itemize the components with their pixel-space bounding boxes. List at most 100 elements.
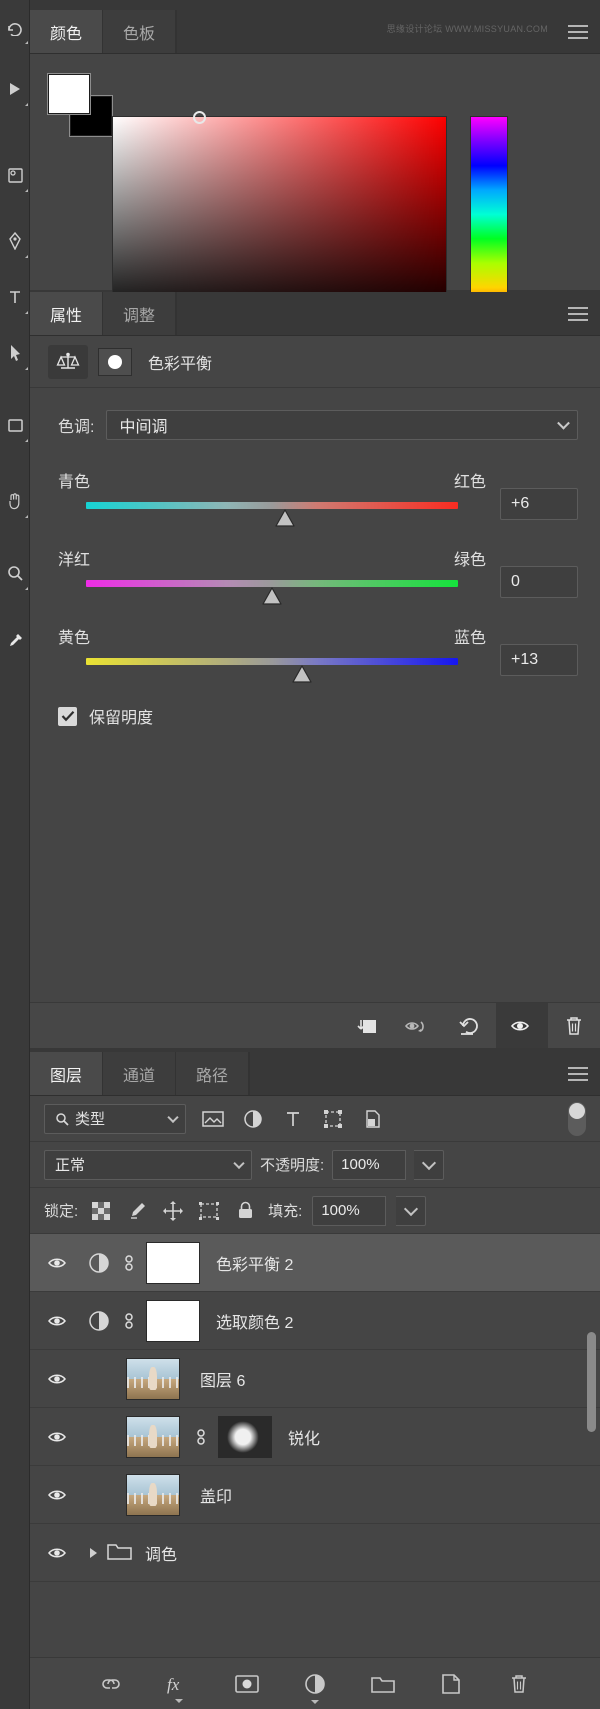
layer-thumbnail[interactable] bbox=[126, 1473, 188, 1516]
slider-magenta-green: 洋红 绿色 0 bbox=[58, 546, 578, 606]
filter-type-text-icon[interactable] bbox=[280, 1110, 306, 1128]
table-row[interactable]: 盖印 bbox=[30, 1466, 600, 1524]
new-layer-button[interactable] bbox=[434, 1673, 468, 1695]
slider-track[interactable] bbox=[86, 658, 458, 665]
layer-link-icon[interactable] bbox=[116, 1311, 142, 1331]
layer-mask-thumbnail[interactable] bbox=[214, 1415, 276, 1458]
delete-layer-button[interactable] bbox=[502, 1673, 536, 1695]
layer-list-scrollbar[interactable] bbox=[587, 1332, 596, 1432]
preserve-luminosity-row[interactable]: 保留明度 bbox=[58, 704, 578, 728]
link-layers-button[interactable] bbox=[94, 1676, 128, 1692]
layer-visibility-toggle[interactable] bbox=[36, 1313, 82, 1329]
layer-visibility-toggle[interactable] bbox=[36, 1487, 82, 1503]
tab-adjustments[interactable]: 调整 bbox=[103, 292, 177, 335]
layer-link-icon[interactable] bbox=[188, 1427, 214, 1447]
lock-image-pixels-icon[interactable] bbox=[124, 1201, 150, 1221]
table-row[interactable]: 调色 bbox=[30, 1524, 600, 1582]
tab-properties[interactable]: 属性 bbox=[30, 292, 104, 335]
slider-thumb[interactable] bbox=[261, 587, 283, 606]
lock-position-icon[interactable] bbox=[160, 1200, 186, 1221]
slider-thumb[interactable] bbox=[291, 665, 313, 684]
lock-transparent-pixels-icon[interactable] bbox=[88, 1201, 114, 1220]
rectangle-tool[interactable] bbox=[0, 404, 30, 446]
saturation-value-field[interactable] bbox=[112, 111, 447, 321]
layer-mask-thumbnail[interactable] bbox=[142, 1299, 204, 1342]
zoom-tool[interactable] bbox=[0, 552, 30, 594]
properties-tabbar[interactable]: 属性 调整 bbox=[30, 292, 600, 336]
panel-menu-icon[interactable] bbox=[568, 1066, 588, 1081]
new-adjustment-layer-button[interactable] bbox=[298, 1673, 332, 1695]
filter-pixel-icon[interactable] bbox=[200, 1110, 226, 1128]
slider-track[interactable] bbox=[86, 502, 458, 509]
layer-visibility-toggle[interactable] bbox=[36, 1255, 82, 1271]
tone-select[interactable]: 中间调 bbox=[106, 410, 578, 440]
slider-thumb[interactable] bbox=[274, 509, 296, 528]
delete-adjustment-button[interactable] bbox=[548, 1003, 600, 1048]
new-group-button[interactable] bbox=[366, 1674, 400, 1694]
dodge-tool[interactable] bbox=[0, 154, 30, 196]
eyedropper-tool[interactable] bbox=[0, 620, 30, 662]
toggle-preview-button[interactable] bbox=[392, 1003, 444, 1048]
left-toolbar[interactable] bbox=[0, 0, 30, 1709]
slider-value-field[interactable]: 0 bbox=[500, 566, 578, 598]
slider-value-field[interactable]: +13 bbox=[500, 644, 578, 676]
layer-visibility-toggle[interactable] bbox=[36, 1429, 82, 1445]
opacity-stepper[interactable] bbox=[414, 1149, 445, 1180]
color-picker-body bbox=[30, 54, 600, 324]
history-brush-tool[interactable] bbox=[0, 6, 30, 48]
tab-paths[interactable]: 路径 bbox=[176, 1052, 250, 1095]
hue-slider[interactable] bbox=[470, 116, 508, 321]
filter-adjustment-icon[interactable] bbox=[240, 1109, 266, 1129]
lock-artboard-icon[interactable] bbox=[196, 1201, 222, 1220]
slider-track[interactable] bbox=[86, 580, 458, 587]
panel-menu-icon[interactable] bbox=[568, 24, 588, 39]
table-row[interactable]: 色彩平衡 2 bbox=[30, 1234, 600, 1292]
slider-yellow-blue: 黄色 蓝色 +13 bbox=[58, 624, 578, 684]
tab-layers[interactable]: 图层 bbox=[30, 1052, 104, 1095]
lock-all-icon[interactable] bbox=[232, 1201, 258, 1220]
visibility-eye-button[interactable] bbox=[496, 1003, 548, 1048]
layer-visibility-toggle[interactable] bbox=[36, 1545, 82, 1561]
tab-swatches[interactable]: 色板 bbox=[103, 10, 177, 53]
group-expand-arrow-icon[interactable] bbox=[90, 1547, 97, 1558]
fill-stepper[interactable] bbox=[396, 1195, 427, 1226]
panel-menu-icon[interactable] bbox=[568, 306, 588, 321]
filter-smart-object-icon[interactable] bbox=[360, 1109, 386, 1129]
table-row[interactable]: 选取颜色 2 bbox=[30, 1292, 600, 1350]
tone-selected-value: 中间调 bbox=[119, 419, 168, 436]
reset-button[interactable] bbox=[444, 1003, 496, 1048]
layer-list[interactable]: 色彩平衡 2 选取颜色 2 图层 6 锐化 盖印 调色 bbox=[30, 1234, 600, 1586]
layer-visibility-toggle[interactable] bbox=[36, 1371, 82, 1387]
filter-shape-icon[interactable] bbox=[320, 1109, 346, 1129]
slider-value-field[interactable]: +6 bbox=[500, 488, 578, 520]
blend-mode-select[interactable]: 正常 bbox=[44, 1149, 252, 1180]
table-row[interactable]: 图层 6 bbox=[30, 1350, 600, 1408]
color-swatches[interactable] bbox=[48, 74, 112, 136]
svg-text:fx: fx bbox=[167, 1675, 180, 1694]
foreground-color-swatch[interactable] bbox=[48, 74, 90, 114]
tab-channels[interactable]: 通道 bbox=[103, 1052, 177, 1095]
layer-style-button[interactable]: fx bbox=[162, 1674, 196, 1694]
color-panel: 颜色 色板 bbox=[30, 10, 600, 324]
tab-color[interactable]: 颜色 bbox=[30, 10, 104, 53]
fill-input[interactable]: 100% bbox=[312, 1195, 387, 1226]
type-tool[interactable] bbox=[0, 276, 30, 318]
pen-tool[interactable] bbox=[0, 220, 30, 262]
path-selection-tool[interactable] bbox=[0, 332, 30, 374]
layer-thumbnail[interactable] bbox=[126, 1415, 188, 1458]
opacity-input[interactable]: 100% bbox=[332, 1149, 407, 1180]
filter-enable-toggle[interactable] bbox=[568, 1101, 586, 1136]
table-row[interactable]: 锐化 bbox=[30, 1408, 600, 1466]
filter-type-select[interactable]: 类型 bbox=[44, 1103, 186, 1134]
layer-link-icon[interactable] bbox=[116, 1253, 142, 1273]
layer-mask-thumbnail[interactable] bbox=[98, 347, 132, 376]
layers-tabbar[interactable]: 图层 通道 路径 bbox=[30, 1052, 600, 1096]
clip-to-layer-button[interactable] bbox=[340, 1003, 392, 1048]
opacity-label: 不透明度: bbox=[260, 1157, 325, 1174]
layer-thumbnail[interactable] bbox=[126, 1357, 188, 1400]
gradient-tool[interactable] bbox=[0, 68, 30, 110]
add-layer-mask-button[interactable] bbox=[230, 1674, 264, 1694]
preserve-luminosity-checkbox[interactable] bbox=[58, 706, 77, 726]
hand-tool[interactable] bbox=[0, 480, 30, 522]
layer-mask-thumbnail[interactable] bbox=[142, 1241, 204, 1284]
